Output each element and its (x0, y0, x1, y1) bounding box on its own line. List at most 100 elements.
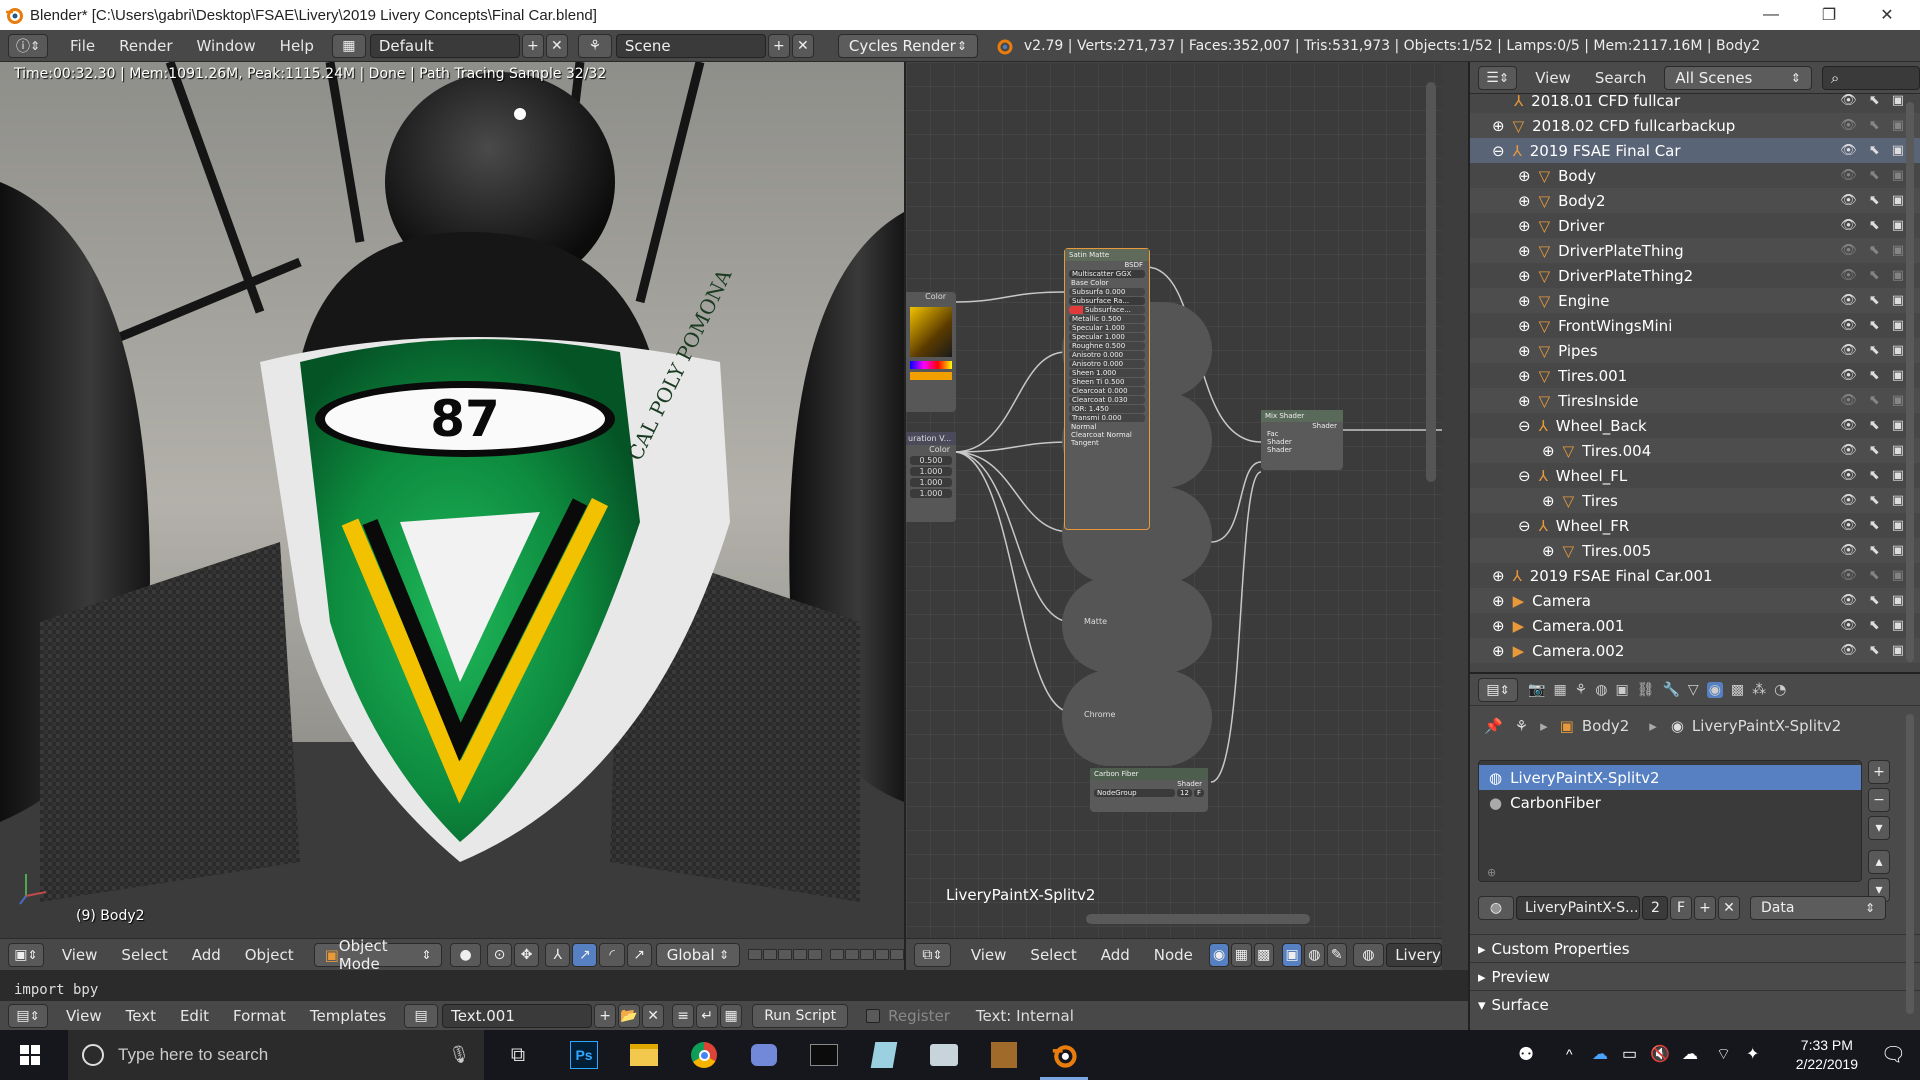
mix-shader-node[interactable]: Mix Shader Shader Fac Shader Shader (1261, 410, 1343, 470)
layer-button[interactable] (763, 949, 778, 960)
bsdf-row[interactable]: Transmi 0.000 (1069, 414, 1145, 422)
principled-bsdf-node[interactable]: Satin Matte BSDF Multiscatter GGX Base C… (1064, 248, 1150, 530)
taskbar-search-box[interactable]: Type here to search 🎙 (68, 1030, 484, 1080)
render-layers-tab-icon[interactable]: ▦ (1553, 682, 1566, 698)
eye-icon[interactable]: 👁 (1840, 543, 1857, 558)
close-button[interactable]: ✕ (1858, 0, 1916, 30)
outliner-row[interactable]: ⊕ ▽ Tires.004 👁 ⬉ ▣ (1470, 438, 1920, 463)
cursor-icon[interactable]: ⬉ (1869, 443, 1880, 458)
node-menu-node[interactable]: Node (1142, 946, 1205, 964)
cursor-icon[interactable]: ⬉ (1869, 418, 1880, 433)
resize-handle-icon[interactable]: ⊕ (1487, 866, 1496, 879)
outliner-menu-search[interactable]: Search (1583, 69, 1659, 87)
node-group-fake-user[interactable]: F (1193, 789, 1204, 797)
cursor-icon[interactable]: ⬉ (1869, 268, 1880, 283)
camera-render-icon[interactable]: ▣ (1892, 543, 1904, 558)
scale-manipulator-button[interactable]: ◜ (599, 942, 625, 967)
bsdf-row[interactable]: Specular 1.000 (1069, 333, 1145, 341)
layout-name-field[interactable]: Default (369, 33, 520, 58)
expand-icon[interactable]: ⊕ (1492, 592, 1505, 610)
outliner-row[interactable]: ⊕ ▽ Driver 👁 ⬉ ▣ (1470, 213, 1920, 238)
blender-app[interactable] (1034, 1030, 1094, 1080)
expand-icon[interactable]: ⊕ (1518, 292, 1531, 310)
render-engine-dropdown[interactable]: Cycles Render ⇕ (837, 33, 978, 58)
camera-render-icon[interactable]: ▣ (1892, 193, 1904, 208)
translate-manipulator-button[interactable]: ⅄ (545, 942, 571, 967)
camera-render-icon[interactable]: ▣ (1892, 168, 1904, 183)
linestyle-shader-icon[interactable]: ✎ (1326, 942, 1347, 967)
eye-icon[interactable]: 👁 (1840, 568, 1857, 583)
eye-icon[interactable]: 👁 (1840, 643, 1857, 658)
layer-button[interactable] (808, 949, 823, 960)
dropbox-icon[interactable]: ✦ (1746, 1044, 1759, 1064)
bsdf-distribution-dropdown[interactable]: Multiscatter GGX (1069, 270, 1145, 278)
discord-app[interactable] (734, 1030, 794, 1080)
action-center-icon[interactable]: 🗨 (1881, 1042, 1906, 1067)
bsdf-row[interactable]: Specular 1.000 (1069, 324, 1145, 332)
chrome-app[interactable] (674, 1030, 734, 1080)
eye-icon[interactable]: 👁 (1840, 293, 1857, 308)
cursor-icon[interactable]: ⬉ (1869, 543, 1880, 558)
bsdf-row[interactable]: Subsurfa 0.000 (1069, 288, 1145, 296)
node-menu-add[interactable]: Add (1089, 946, 1142, 964)
editor-type-info-button[interactable]: ⓘ ⇕ (8, 33, 48, 58)
pivot-point-button[interactable]: ⊙ (486, 942, 513, 967)
bsdf-row[interactable]: Clearcoat 0.030 (1069, 396, 1145, 404)
cursor-icon[interactable]: ⬉ (1869, 168, 1880, 183)
compositing-nodes-icon[interactable]: ▦ (1231, 942, 1252, 967)
scene-selector-button[interactable]: ⚘ (577, 33, 612, 58)
outliner-row[interactable]: ⊕ ▽ TiresInside 👁 ⬉ ▣ (1470, 388, 1920, 413)
outliner-row[interactable]: ⊕ ▽ DriverPlateThing2 👁 ⬉ ▣ (1470, 263, 1920, 288)
material-slot-item[interactable]: ◍ LiveryPaintX-Splitv2 (1479, 765, 1861, 790)
people-icon[interactable]: ⚉ (1518, 1044, 1534, 1065)
open-text-icon[interactable]: 📂 (618, 1003, 641, 1028)
word-wrap-toggle-icon[interactable]: ↵ (696, 1003, 719, 1028)
matte-group-node[interactable]: Matte (1062, 577, 1212, 673)
outliner-row[interactable]: ⊕ ▽ FrontWingsMini 👁 ⬉ ▣ (1470, 313, 1920, 338)
file-explorer-app[interactable] (614, 1030, 674, 1080)
syntax-highlight-toggle-icon[interactable]: ▦ (720, 1003, 743, 1028)
menu-render[interactable]: Render (107, 37, 184, 55)
outliner-search-input[interactable]: ⌕ (1821, 65, 1920, 90)
bsdf-row[interactable]: Clearcoat 0.000 (1069, 387, 1145, 395)
3d-viewport[interactable]: 87 CAL POLY POMONA Time:00:32.30 | Mem:1… (0, 62, 904, 938)
camera-render-icon[interactable]: ▣ (1892, 143, 1904, 158)
outliner-row[interactable]: ⊕ ▽ Body 👁 ⬉ ▣ (1470, 163, 1920, 188)
interaction-mode-dropdown[interactable]: ▣ Object Mode ⇕ (313, 937, 443, 973)
layer-buttons[interactable] (748, 949, 823, 960)
material-link-dropdown[interactable]: Data ⇕ (1750, 896, 1886, 920)
outliner-row[interactable]: ⊕ ▽ DriverPlateThing 👁 ⬉ ▣ (1470, 238, 1920, 263)
outliner-row[interactable]: ⊕ ⅄ 2019 FSAE Final Car.001 👁 ⬉ ▣ (1470, 563, 1920, 588)
hue-sat-val-0[interactable]: 0.500 (910, 456, 952, 465)
properties-editor-type-button[interactable]: ▤ ⇕ (1478, 677, 1518, 702)
outliner-row[interactable]: ⊕ ▽ Tires.005 👁 ⬉ ▣ (1470, 538, 1920, 563)
hue-sat-val-2[interactable]: 1.000 (910, 478, 952, 487)
collapse-icon[interactable]: ⊖ (1518, 417, 1531, 435)
properties-scrollbar[interactable] (1906, 714, 1914, 1014)
camera-render-icon[interactable]: ▣ (1892, 93, 1904, 108)
cursor-icon[interactable]: ⬉ (1869, 593, 1880, 608)
world-shader-icon[interactable]: ◍ (1304, 942, 1325, 967)
physics-tab-icon[interactable]: ◔ (1774, 682, 1786, 698)
cursor-icon[interactable]: ⬉ (1869, 93, 1880, 108)
photoshop-app[interactable]: Ps (554, 1030, 614, 1080)
eye-icon[interactable]: 👁 (1840, 243, 1857, 258)
camera-render-icon[interactable]: ▣ (1892, 293, 1904, 308)
outliner-row[interactable]: ⊕ ▽ 2018.02 CFD fullcarbackup 👁 ⬉ ▣ (1470, 113, 1920, 138)
system-clock[interactable]: 7:33 PM 2/22/2019 (1796, 1036, 1858, 1074)
render-tab-icon[interactable]: 📷 (1528, 682, 1545, 698)
outliner-row[interactable]: ⊕ ▽ Body2 👁 ⬉ ▣ (1470, 188, 1920, 213)
line-numbers-toggle-icon[interactable]: ≡ (672, 1003, 695, 1028)
outliner-row[interactable]: ⊖ ⅄ Wheel_FL 👁 ⬉ ▣ (1470, 463, 1920, 488)
minimize-button[interactable]: — (1742, 0, 1800, 30)
add-slot-icon[interactable]: + (1868, 760, 1890, 784)
remove-scene-icon[interactable]: ✕ (791, 33, 814, 58)
run-script-button[interactable]: Run Script (752, 1003, 849, 1028)
notes-app[interactable] (854, 1030, 914, 1080)
hue-saturation-node[interactable]: uration V... Color 0.500 1.000 1.000 1.0… (906, 432, 956, 522)
text-editor-type-button[interactable]: ▤ ⇕ (8, 1003, 48, 1028)
world-tab-icon[interactable]: ◍ (1595, 682, 1607, 698)
remove-layout-icon[interactable]: ✕ (545, 33, 568, 58)
add-scene-icon[interactable]: + (767, 33, 790, 58)
register-checkbox[interactable] (866, 1008, 881, 1023)
